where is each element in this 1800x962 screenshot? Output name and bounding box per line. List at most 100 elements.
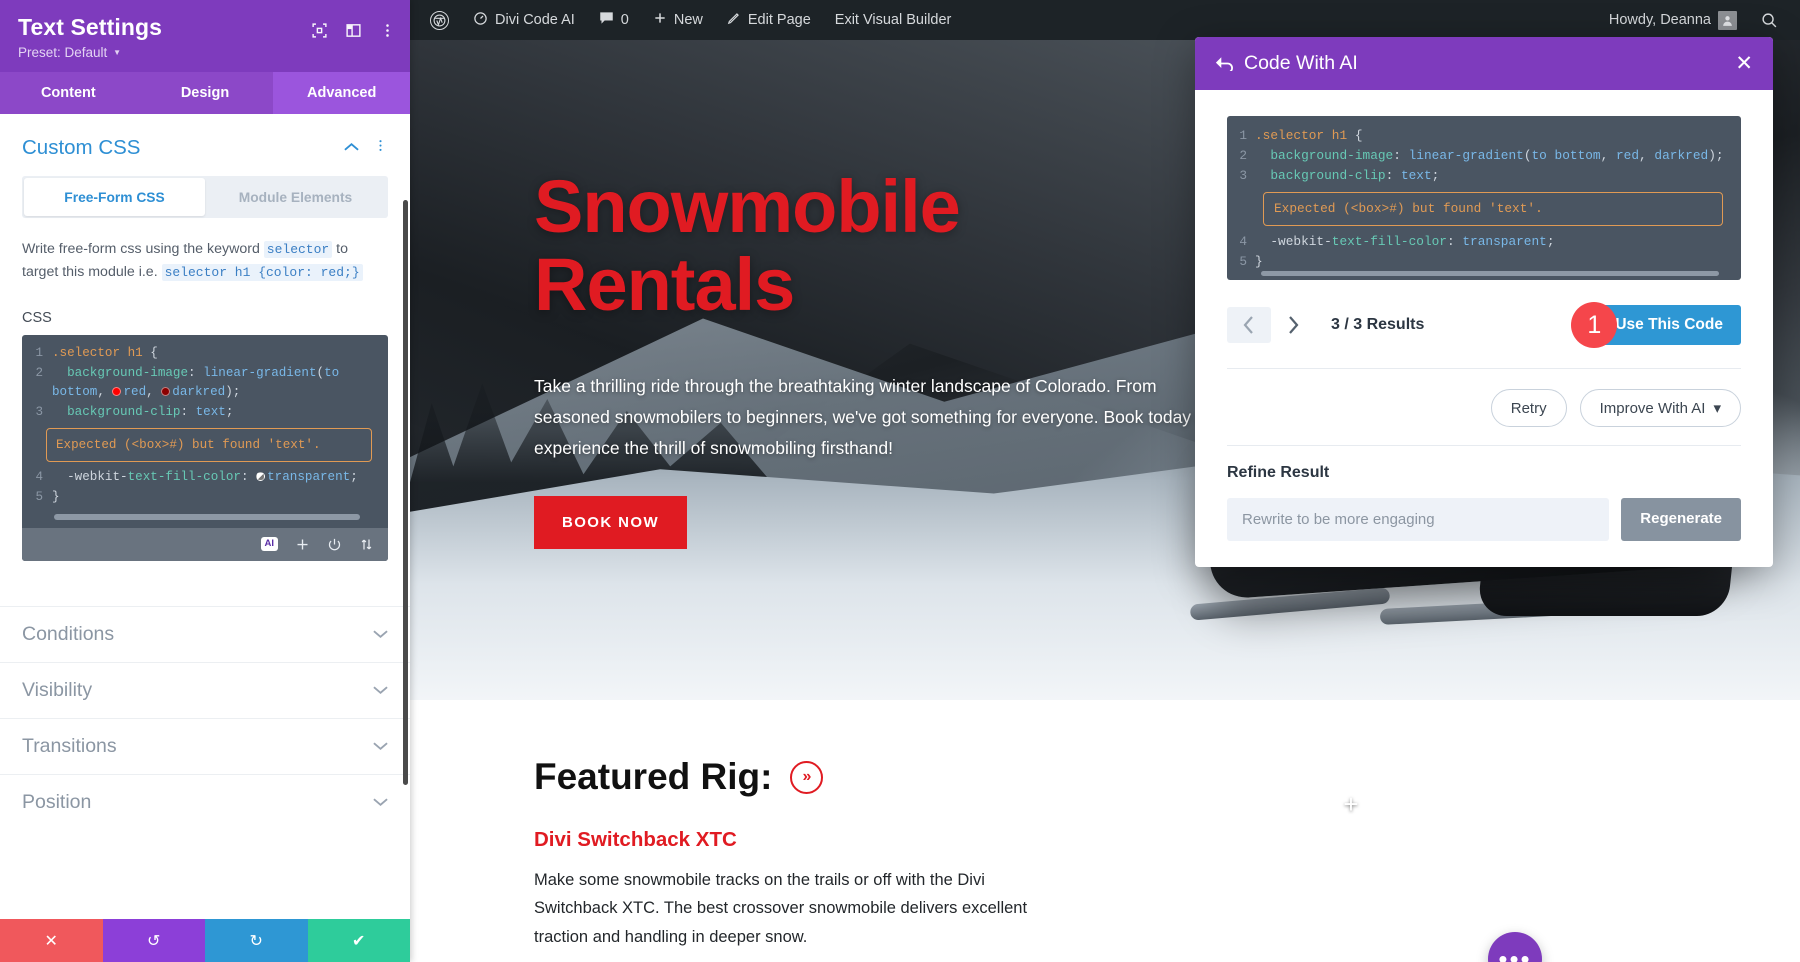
- hero-heading: Snowmobile Rentals: [534, 165, 1154, 327]
- modal-editor-horizontal-scrollbar[interactable]: [1261, 271, 1719, 276]
- close-icon[interactable]: ✕: [1735, 53, 1753, 74]
- editor-horizontal-scrollbar[interactable]: [54, 513, 360, 520]
- wp-item-label: Edit Page: [747, 12, 811, 28]
- color-swatch-darkred: [161, 387, 171, 397]
- modal-results-controls: 3 / 3 Results 1 Use This Code: [1227, 280, 1741, 368]
- expand-collapse-icon[interactable]: [359, 537, 374, 552]
- ai-button[interactable]: AI: [260, 537, 278, 551]
- wp-item-exit-visual-builder[interactable]: Exit Visual Builder: [823, 0, 964, 40]
- chevron-up-icon[interactable]: [344, 139, 359, 157]
- tab-design[interactable]: Design: [137, 72, 274, 114]
- undo-button[interactable]: ↺: [102, 919, 205, 962]
- code-line: 3 background-clip: text;: [1229, 166, 1739, 186]
- tab-advanced[interactable]: Advanced: [273, 72, 410, 114]
- css-code-editor[interactable]: 1 .selector h1 { 2 background-image: lin…: [22, 335, 388, 561]
- book-now-button[interactable]: BOOK NOW: [534, 496, 688, 550]
- retry-button[interactable]: Retry: [1490, 389, 1567, 427]
- chevron-down-icon: [373, 683, 388, 698]
- code-line: 1 .selector h1 {: [24, 344, 382, 364]
- help-code-selector: selector: [263, 241, 333, 258]
- code-line-text: -webkit-text-fill-color: transparent;: [67, 470, 358, 485]
- line-number: 5: [1239, 254, 1247, 269]
- settings-panel-scrollbar[interactable]: [403, 200, 408, 785]
- power-icon[interactable]: [327, 537, 342, 552]
- greeting-label: Howdy, Deanna: [1608, 12, 1711, 28]
- accordion-label: Position: [22, 790, 92, 813]
- text-settings-panel: Text Settings Preset: Default ▼ Content …: [0, 0, 410, 962]
- add-module-handle[interactable]: +: [1338, 791, 1364, 818]
- wp-item-comments[interactable]: 0: [587, 0, 641, 40]
- previous-result-button[interactable]: [1227, 307, 1271, 343]
- preset-selector[interactable]: Preset: Default ▼: [18, 45, 392, 60]
- settings-tabs: Content Design Advanced: [0, 72, 410, 114]
- line-number: 2: [35, 365, 43, 380]
- line-number: 1: [1239, 128, 1247, 143]
- hero-heading-line2: Rentals: [534, 243, 795, 327]
- improve-label: Improve With AI: [1599, 399, 1706, 417]
- hero-content: Snowmobile Rentals Take a thrilling ride…: [534, 165, 1225, 550]
- save-button[interactable]: ✔: [307, 919, 410, 962]
- accordion-transitions[interactable]: Transitions: [0, 717, 410, 774]
- wp-admin-bar: Divi Code AI 0 New Edit Page Exit Visual…: [410, 0, 1800, 40]
- segment-free-form-css[interactable]: Free-Form CSS: [24, 178, 205, 216]
- modal-code-error-message: Expected (<box>#) but found 'text'.: [1263, 192, 1723, 226]
- next-result-button[interactable]: [1271, 307, 1315, 343]
- help-part1: Write free-form css using the keyword: [22, 241, 264, 257]
- comment-icon: [599, 11, 614, 29]
- wp-item-label: Exit Visual Builder: [834, 12, 952, 28]
- wp-item-edit-page[interactable]: Edit Page: [715, 0, 823, 40]
- improve-with-ai-button[interactable]: Improve With AI ▾: [1579, 389, 1741, 427]
- modal-code-editor[interactable]: 1 .selector h1 { 2 background-image: lin…: [1227, 116, 1741, 280]
- retry-label: Retry: [1510, 399, 1547, 417]
- chevron-down-icon: [373, 795, 388, 810]
- accordion-conditions[interactable]: Conditions: [0, 605, 410, 662]
- more-options-icon[interactable]: [373, 138, 388, 158]
- step-badge-1: 1: [1571, 302, 1618, 348]
- code-line-text: -webkit-text-fill-color: transparent;: [1270, 234, 1555, 249]
- user-account-menu[interactable]: Howdy, Deanna: [1597, 0, 1749, 40]
- responsive-view-icon[interactable]: [311, 22, 328, 39]
- section-title: Custom CSS: [22, 136, 141, 159]
- hero-heading-line1: Snowmobile: [534, 165, 961, 248]
- code-line: 4 -webkit-text-fill-color: transparent;: [24, 468, 382, 488]
- css-help-text: Write free-form css using the keyword se…: [22, 238, 388, 284]
- redo-button[interactable]: ↻: [205, 919, 308, 962]
- refine-row: Regenerate: [1227, 482, 1741, 567]
- plus-icon: [653, 11, 667, 29]
- layout-columns-icon[interactable]: [345, 22, 362, 39]
- code-with-ai-modal: Code With AI ✕ 1 .selector h1 { 2 backgr…: [1195, 37, 1773, 567]
- accordion-label: Conditions: [22, 622, 115, 645]
- code-line-text: .selector h1 {: [52, 346, 158, 360]
- regenerate-button[interactable]: Regenerate: [1621, 498, 1741, 541]
- custom-css-section-header[interactable]: Custom CSS: [0, 114, 410, 170]
- featured-heading-row: Featured Rig: »: [534, 756, 1800, 798]
- use-this-code-button[interactable]: Use This Code: [1597, 305, 1741, 345]
- more-options-icon[interactable]: [379, 22, 396, 39]
- wp-item-new[interactable]: New: [641, 0, 715, 40]
- tab-content[interactable]: Content: [0, 72, 137, 114]
- featured-heading: Featured Rig:: [534, 756, 773, 797]
- css-field-label: CSS: [22, 310, 52, 326]
- close-button[interactable]: ✕: [0, 919, 103, 962]
- accordion-position[interactable]: Position: [0, 773, 410, 830]
- segment-module-elements[interactable]: Module Elements: [205, 178, 386, 216]
- settings-panel-header: Text Settings Preset: Default ▼: [0, 0, 410, 72]
- accordion-visibility[interactable]: Visibility: [0, 661, 410, 718]
- speedometer-icon: [473, 11, 488, 30]
- preset-label: Preset: Default: [18, 45, 108, 60]
- avatar: [1718, 10, 1737, 30]
- code-line-text: background-image: linear-gradient(to bot…: [52, 365, 347, 400]
- modal-action-buttons: Retry Improve With AI ▾: [1227, 369, 1741, 445]
- code-line: 2 background-image: linear-gradient(to b…: [1229, 146, 1739, 166]
- wp-item-divi-code-ai[interactable]: Divi Code AI: [461, 0, 587, 40]
- search-icon[interactable]: [1749, 0, 1790, 40]
- refine-input[interactable]: [1227, 498, 1610, 541]
- back-arrow-icon[interactable]: [1215, 56, 1233, 71]
- wordpress-logo-icon[interactable]: [418, 0, 461, 40]
- line-number: 4: [1239, 234, 1247, 249]
- chevron-down-icon: ▼: [113, 48, 121, 57]
- code-line-text: background-image: linear-gradient(to bot…: [1270, 148, 1724, 163]
- add-icon[interactable]: [295, 537, 310, 552]
- accordion-label: Transitions: [22, 734, 117, 757]
